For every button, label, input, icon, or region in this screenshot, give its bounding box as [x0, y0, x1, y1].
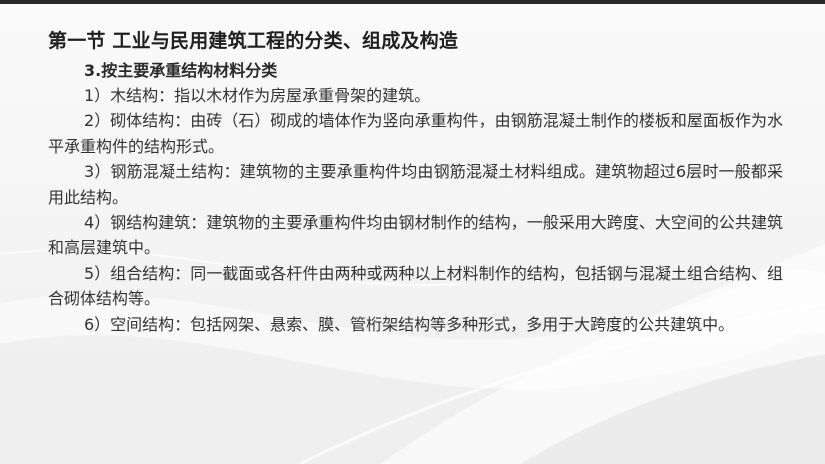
slide: 第一节 工业与民用建筑工程的分类、组成及构造 3.按主要承重结构材料分类 1）木…	[0, 4, 825, 464]
paragraph-composite-structure: 5）组合结构：同一截面或各杆件由两种或两种以上材料制作的结构，包括钢与混凝土组合…	[48, 263, 783, 309]
slide-content: 第一节 工业与民用建筑工程的分类、组成及构造 3.按主要承重结构材料分类 1）木…	[48, 28, 783, 337]
sub-heading: 3.按主要承重结构材料分类	[84, 61, 278, 80]
paragraph-wood-structure: 1）木结构：指以木材作为房屋承重骨架的建筑。	[84, 86, 431, 105]
paragraph-steel-structure: 4）钢结构建筑：建筑物的主要承重构件均由钢材制作的结构，一般采用大跨度、大空间的…	[48, 213, 783, 258]
paragraph-reinforced-concrete-structure: 3）钢筋混凝土结构：建筑物的主要承重构件均由钢筋混凝土材料组成。建筑物超过6层时…	[48, 162, 783, 207]
paragraph-space-structure: 6）空间结构：包括网架、悬索、膜、管桁架结构等多种形式，多用于大跨度的公共建筑中…	[84, 314, 735, 334]
paragraph-masonry-structure: 2）砌体结构：由砖（石）砌成的墙体作为竖向承重构件，由钢筋混凝土制作的楼板和屋面…	[48, 111, 783, 156]
section-title: 第一节 工业与民用建筑工程的分类、组成及构造	[48, 30, 459, 52]
